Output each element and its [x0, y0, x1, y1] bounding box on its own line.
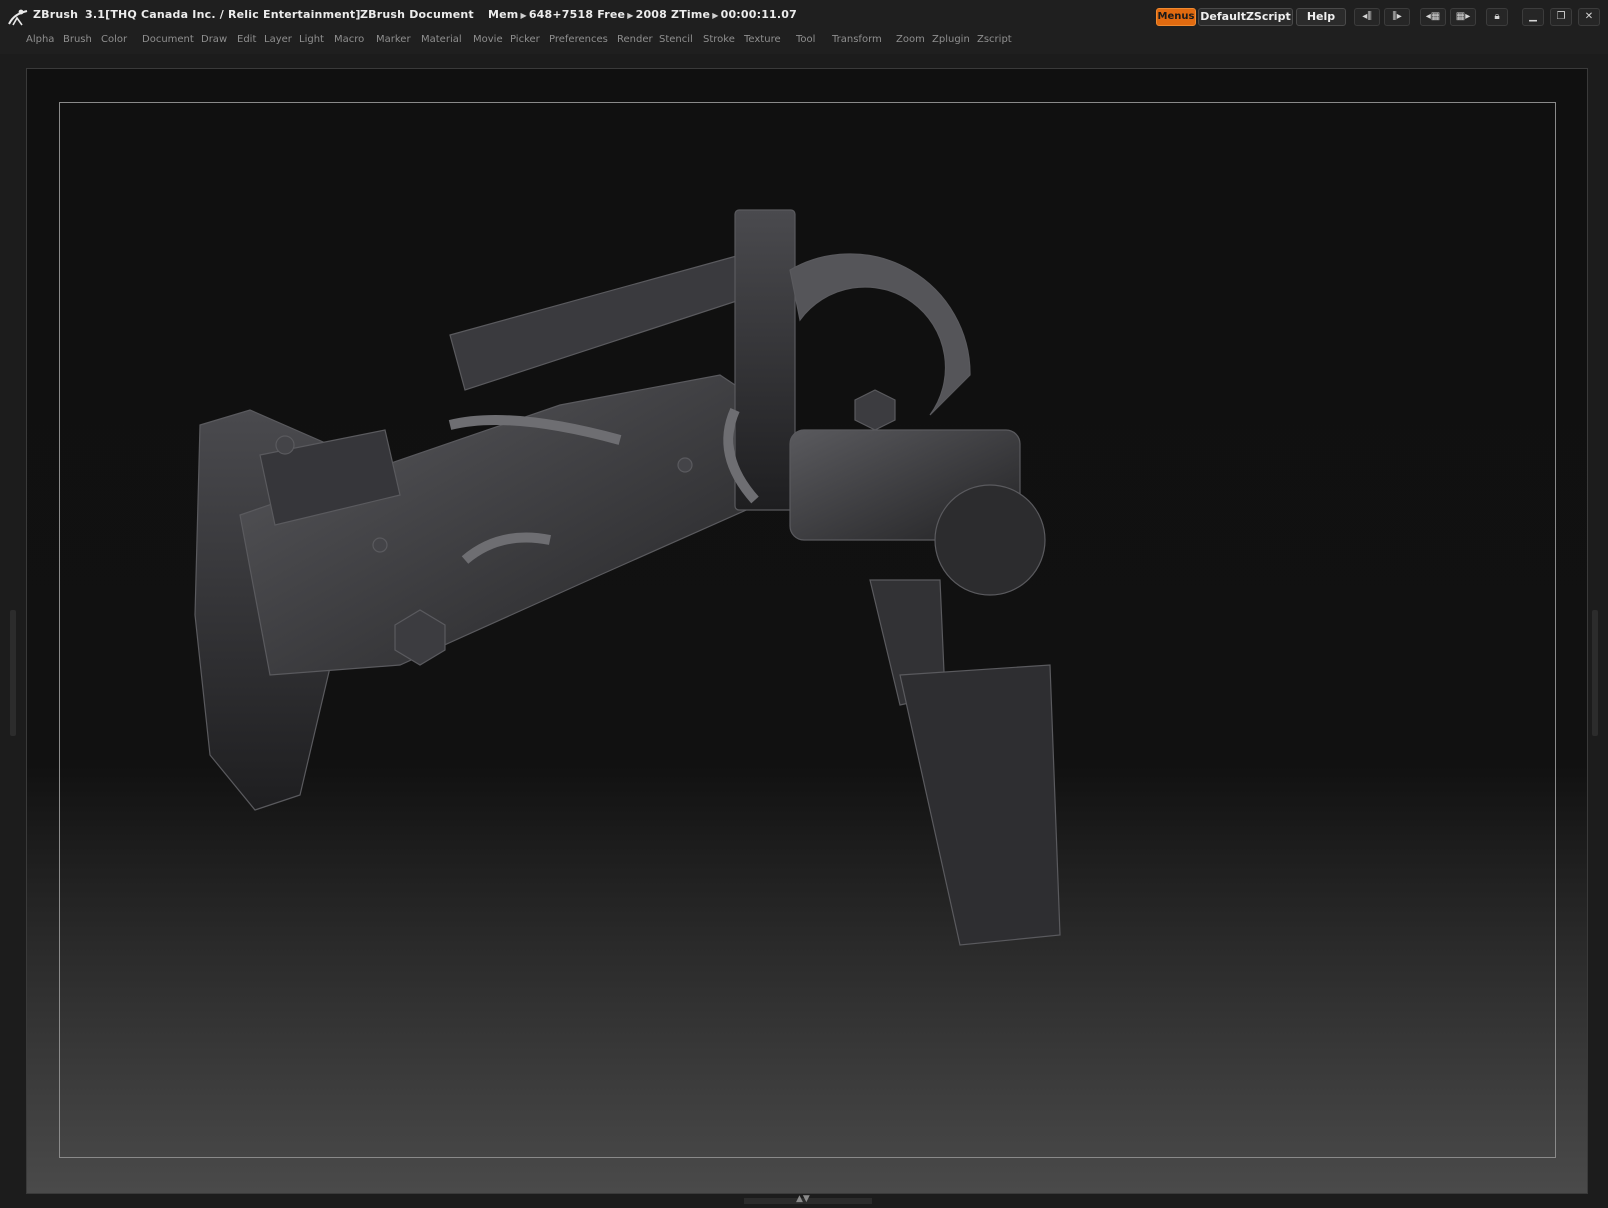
help-button[interactable]: Help: [1296, 8, 1346, 26]
right-tray[interactable]: [1588, 54, 1608, 1196]
menu-item-color[interactable]: Color: [101, 34, 127, 45]
memory-status: Mem ▶ 648+7518 Free ▶ 2008 ZTime ▶ 00:00:11.07: [488, 8, 797, 21]
menu-item-light[interactable]: Light: [299, 34, 324, 45]
menu-item-layer[interactable]: Layer: [264, 34, 292, 45]
ztime-label: ZTime: [671, 8, 711, 21]
menu-item-marker[interactable]: Marker: [376, 34, 411, 45]
mem-value: 648+7518: [528, 8, 594, 21]
menu-item-document[interactable]: Document: [142, 34, 194, 45]
free-arrow-icon: ▶: [627, 11, 634, 20]
lock-icon[interactable]: 🔒︎: [1486, 8, 1508, 26]
menu-item-alpha[interactable]: Alpha: [26, 34, 54, 45]
right-tray-handle[interactable]: [1592, 610, 1598, 736]
menus-button[interactable]: Menus: [1156, 8, 1196, 26]
left-tray-handle[interactable]: [10, 610, 16, 736]
ztime-value: 00:00:11.07: [720, 8, 798, 21]
document-name: ZBrush Document: [360, 8, 474, 21]
menu-item-tool[interactable]: Tool: [796, 34, 815, 45]
menu-item-material[interactable]: Material: [421, 34, 462, 45]
free-value: 2008: [635, 8, 668, 21]
restore-icon[interactable]: ❐: [1550, 8, 1572, 26]
menu-item-stencil[interactable]: Stencil: [659, 34, 693, 45]
menu-item-render[interactable]: Render: [617, 34, 653, 45]
prev-layout-icon[interactable]: ◂▦: [1420, 8, 1446, 26]
app-name: ZBrush: [33, 8, 79, 21]
scroll-right-icon[interactable]: ⫼▸: [1384, 8, 1410, 26]
ztime-arrow-icon: ▶: [712, 11, 719, 20]
menu-bar: Alpha Brush Color Document Draw Edit Layer Ligh…: [0, 32, 1608, 54]
mem-label: Mem: [488, 8, 519, 21]
menu-item-picker[interactable]: Picker: [510, 34, 540, 45]
menu-item-zoom[interactable]: Zoom: [896, 34, 925, 45]
mechanical-arm-model[interactable]: [180, 195, 1120, 975]
menu-item-macro[interactable]: Macro: [334, 34, 364, 45]
close-icon[interactable]: ✕: [1578, 8, 1600, 26]
menu-item-brush[interactable]: Brush: [63, 34, 92, 45]
bottom-tray[interactable]: ▲▼: [0, 1194, 1608, 1208]
menu-item-preferences[interactable]: Preferences: [549, 34, 608, 45]
menu-item-zscript[interactable]: Zscript: [977, 34, 1012, 45]
version-info: 3.1[THQ Canada Inc. / Relic Entertainmen…: [85, 8, 361, 21]
next-layout-icon[interactable]: ▦▸: [1450, 8, 1476, 26]
left-tray[interactable]: [0, 54, 20, 1196]
expand-tray-icon[interactable]: ▲▼: [796, 1194, 810, 1204]
menu-item-texture[interactable]: Texture: [744, 34, 781, 45]
default-zscript-button[interactable]: DefaultZScript: [1198, 8, 1293, 26]
minimize-icon[interactable]: ▁: [1522, 8, 1544, 26]
menu-item-zplugin[interactable]: Zplugin: [932, 34, 970, 45]
scroll-left-icon[interactable]: ◂⫼: [1354, 8, 1380, 26]
free-label: Free: [597, 8, 626, 21]
mem-arrow-icon: ▶: [520, 11, 527, 20]
menu-item-edit[interactable]: Edit: [237, 34, 256, 45]
menu-item-transform[interactable]: Transform: [832, 34, 882, 45]
menu-item-draw[interactable]: Draw: [201, 34, 227, 45]
title-bar: ZBrush 3.1[THQ Canada Inc. / Relic Enter…: [0, 0, 1608, 32]
menu-item-movie[interactable]: Movie: [473, 34, 503, 45]
menu-item-stroke[interactable]: Stroke: [703, 34, 735, 45]
zbrush-logo-icon: [8, 9, 28, 26]
